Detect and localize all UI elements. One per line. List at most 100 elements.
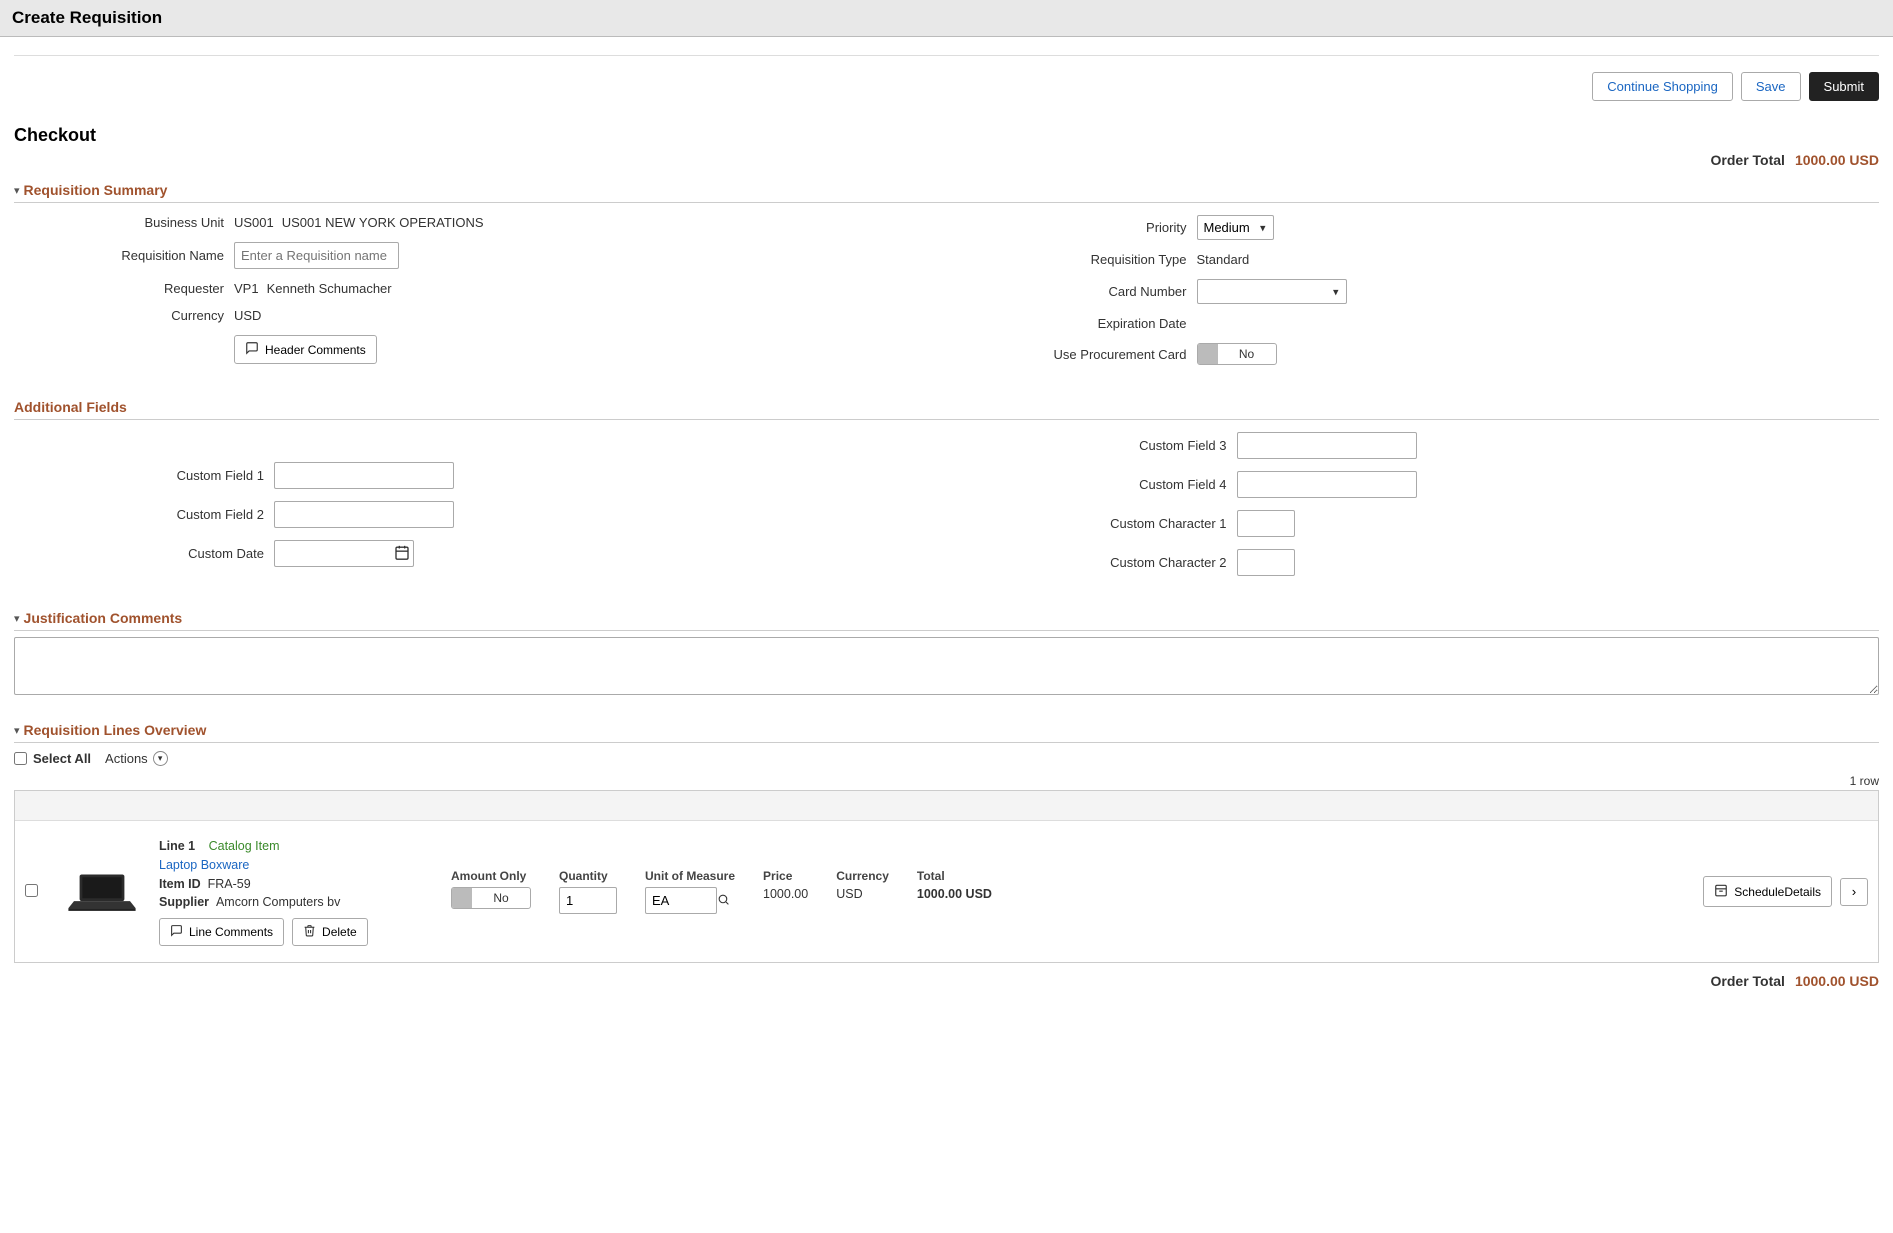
priority-select[interactable]: Medium (1197, 215, 1274, 240)
comment-icon (245, 341, 259, 358)
card-number-label: Card Number (977, 284, 1197, 299)
amount-only-label: Amount Only (451, 869, 531, 883)
lines-table: Line 1 Catalog Item Laptop Boxware Item … (14, 790, 1879, 963)
chevron-down-icon: ▾ (14, 612, 20, 625)
requisition-type-value: Standard (1197, 252, 1250, 267)
order-total-label: Order Total (1711, 152, 1785, 168)
section-header-justification[interactable]: ▾ Justification Comments (14, 606, 1879, 631)
uom-label: Unit of Measure (645, 869, 735, 883)
footer-order-total-label: Order Total (1711, 973, 1785, 989)
price-label: Price (763, 869, 808, 883)
custom-field-1-input[interactable] (274, 462, 454, 489)
save-button[interactable]: Save (1741, 72, 1801, 101)
calendar-icon[interactable] (394, 544, 410, 563)
chevron-down-icon: ▾ (14, 184, 20, 197)
requisition-name-label: Requisition Name (14, 248, 234, 263)
requester-name: Kenneth Schumacher (267, 281, 392, 296)
quantity-input[interactable] (559, 887, 617, 914)
section-header-requisition-summary[interactable]: ▾ Requisition Summary (14, 178, 1879, 203)
item-id-value: FRA-59 (208, 877, 251, 891)
header-comments-button[interactable]: Header Comments (234, 335, 377, 364)
justification-textarea[interactable] (14, 637, 1879, 695)
submit-button[interactable]: Submit (1809, 72, 1879, 101)
schedule-icon (1714, 883, 1728, 900)
business-unit-code: US001 (234, 215, 274, 230)
footer-order-total: Order Total 1000.00 USD (14, 963, 1879, 1009)
section-header-lines-overview[interactable]: ▾ Requisition Lines Overview (14, 718, 1879, 743)
line-currency-value: USD (836, 887, 889, 901)
page-title: Create Requisition (12, 8, 1881, 28)
chevron-down-icon: ▾ (153, 751, 168, 766)
catalog-item-badge: Catalog Item (209, 839, 280, 853)
custom-char-2-input[interactable] (1237, 549, 1295, 576)
actions-label: Actions (105, 751, 148, 766)
uom-input[interactable] (645, 887, 717, 914)
custom-field-2-input[interactable] (274, 501, 454, 528)
footer-order-total-value: 1000.00 USD (1795, 973, 1879, 989)
checkout-heading: Checkout (14, 125, 96, 146)
amount-only-toggle[interactable]: No (451, 887, 531, 909)
expand-line-button[interactable]: › (1840, 878, 1868, 906)
custom-char-1-input[interactable] (1237, 510, 1295, 537)
schedule-details-label: ScheduleDetails (1734, 885, 1821, 899)
actions-dropdown[interactable]: Actions ▾ (105, 751, 168, 766)
chevron-down-icon: ▾ (14, 724, 20, 737)
custom-field-2-label: Custom Field 2 (14, 507, 274, 522)
custom-char-2-label: Custom Character 2 (977, 555, 1237, 570)
search-icon[interactable] (717, 893, 730, 909)
item-id-label: Item ID (159, 877, 201, 891)
delete-label: Delete (322, 925, 357, 939)
currency-label: Currency (14, 308, 234, 323)
custom-field-4-input[interactable] (1237, 471, 1417, 498)
priority-label: Priority (977, 220, 1197, 235)
supplier-label: Supplier (159, 895, 209, 909)
custom-field-4-label: Custom Field 4 (977, 477, 1237, 492)
custom-char-1-label: Custom Character 1 (977, 516, 1237, 531)
header-comments-label: Header Comments (265, 343, 366, 357)
delete-line-button[interactable]: Delete (292, 918, 368, 946)
business-unit-name: US001 NEW YORK OPERATIONS (282, 215, 484, 230)
requester-label: Requester (14, 281, 234, 296)
currency-value: USD (234, 308, 261, 323)
custom-date-input[interactable] (274, 540, 414, 567)
section-title: Additional Fields (14, 399, 127, 415)
business-unit-label: Business Unit (14, 215, 234, 230)
custom-field-1-label: Custom Field 1 (14, 468, 274, 483)
card-number-select[interactable] (1197, 279, 1347, 304)
line-checkbox[interactable] (25, 884, 38, 897)
expiration-date-label: Expiration Date (977, 316, 1197, 331)
select-all-label: Select All (33, 751, 91, 766)
product-thumbnail (57, 862, 147, 922)
custom-field-3-input[interactable] (1237, 432, 1417, 459)
action-buttons-row: Continue Shopping Save Submit (14, 55, 1879, 111)
table-row: Line 1 Catalog Item Laptop Boxware Item … (15, 821, 1878, 962)
section-header-additional-fields: Additional Fields (14, 395, 1879, 420)
page-header: Create Requisition (0, 0, 1893, 37)
section-title: Justification Comments (24, 610, 183, 626)
custom-date-label: Custom Date (14, 546, 274, 561)
custom-field-3-label: Custom Field 3 (977, 438, 1237, 453)
product-name-link[interactable]: Laptop Boxware (159, 858, 249, 872)
use-card-value: No (1218, 347, 1276, 361)
line-number: Line 1 (159, 839, 195, 853)
supplier-value: Amcorn Computers bv (216, 895, 340, 909)
select-all-checkbox[interactable] (14, 752, 27, 765)
section-title: Requisition Summary (24, 182, 168, 198)
use-procurement-card-toggle[interactable]: No (1197, 343, 1277, 365)
requisition-type-label: Requisition Type (977, 252, 1197, 267)
comment-icon (170, 924, 183, 940)
requisition-name-input[interactable] (234, 242, 399, 269)
order-total-value: 1000.00 USD (1795, 152, 1879, 168)
continue-shopping-button[interactable]: Continue Shopping (1592, 72, 1733, 101)
line-currency-label: Currency (836, 869, 889, 883)
line-comments-label: Line Comments (189, 925, 273, 939)
amount-only-value: No (472, 891, 530, 905)
price-value: 1000.00 (763, 887, 808, 901)
row-count: 1 row (14, 774, 1879, 788)
schedule-details-button[interactable]: ScheduleDetails (1703, 876, 1832, 907)
chevron-right-icon: › (1852, 884, 1856, 899)
line-comments-button[interactable]: Line Comments (159, 918, 284, 946)
use-card-label: Use Procurement Card (977, 347, 1197, 362)
order-total: Order Total 1000.00 USD (14, 152, 1879, 168)
trash-icon (303, 924, 316, 940)
